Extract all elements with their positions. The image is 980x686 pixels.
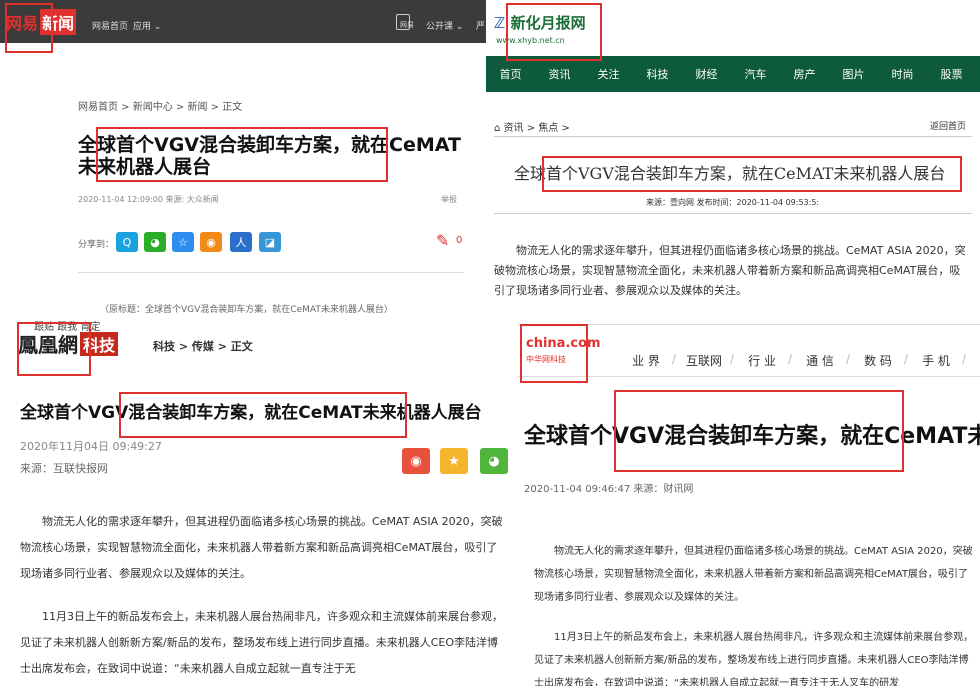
- china-com-logo[interactable]: china.com: [526, 336, 601, 351]
- article-body: 物流无人化的需求逐年攀升，但其进程仍面临诸多核心场景的挑战。CeMAT ASIA…: [494, 244, 966, 297]
- nav-item[interactable]: 关注: [584, 66, 633, 82]
- divider: [518, 376, 980, 377]
- xhyb-url: www.xhyb.net.cn: [496, 36, 565, 45]
- netease-news-logo[interactable]: 网易 新闻: [6, 6, 77, 38]
- copy-share-icon[interactable]: ◪: [259, 232, 281, 252]
- share-label: 分享到：: [78, 240, 115, 250]
- divider: [494, 136, 972, 137]
- china-com-sublogo: 中华网科技: [526, 355, 566, 364]
- xhyb-logo[interactable]: ℤ 新化月报网: [494, 12, 586, 33]
- article-title: 全球首个VGV混合装卸车方案，就在CeMAT未来机器人展台: [514, 164, 946, 183]
- report-link[interactable]: 举报: [441, 194, 457, 205]
- nav-item[interactable]: 首页: [486, 66, 535, 82]
- nav-item[interactable]: 房产: [780, 66, 829, 82]
- article-meta: 来源：壹向网 发布时间：2020-11-04 09:53:5:: [646, 198, 820, 207]
- original-title-note: （原标题：全球首个VGV混合装卸车方案，就在CeMAT未来机器人展台）: [100, 305, 393, 315]
- nav-item[interactable]: 互联网: [678, 352, 730, 369]
- nav-item[interactable]: 时尚: [878, 66, 927, 82]
- weibo-share-icon[interactable]: ◉: [402, 448, 430, 474]
- divider: [518, 324, 980, 325]
- article-paragraph: 11月3日上午的新品发布会上，未来机器人展台热闹非凡，许多观众和主流媒体前来展台…: [20, 610, 503, 675]
- qq-share-icon[interactable]: Q: [116, 232, 138, 252]
- back-home-link[interactable]: 返回首页: [930, 119, 966, 132]
- xhyb-navbar: 首页 资讯 关注 科技 财经 汽车 房产 图片 时尚 股票: [486, 56, 980, 92]
- xhyb-logo-mark-icon: ℤ: [494, 14, 506, 32]
- nav-apps[interactable]: 应用 ⌄: [133, 19, 161, 32]
- nav-more[interactable]: 严: [476, 19, 485, 32]
- nav-item[interactable]: 汽车: [731, 66, 780, 82]
- article-meta: 2020-11-04 12:09:00 来源: 大众新闻: [78, 195, 219, 204]
- xhyb-panel: ℤ 新化月报网 www.xhyb.net.cn 首页 资讯 关注 科技 财经 汽…: [486, 0, 980, 318]
- qzone-share-icon[interactable]: ☆: [172, 232, 194, 252]
- chevron-down-icon: ⌄: [153, 22, 162, 32]
- nav-netease-home[interactable]: 网易首页: [92, 19, 128, 32]
- wechat-share-icon[interactable]: ◕: [480, 448, 508, 474]
- breadcrumb[interactable]: ⌂ 资讯 > 焦点 >: [494, 119, 570, 134]
- nav-item[interactable]: 业 界: [620, 352, 672, 369]
- article-paragraph: 11月3日上午的新品发布会上，未来机器人展台热闹非凡，许多观众和主流媒体前来展台…: [534, 632, 974, 686]
- article-source: 来源：互联快报网: [20, 462, 108, 475]
- article-date: 2020年11月04日 09:49:27: [20, 440, 162, 453]
- article-paragraph: 物流无人化的需求逐年攀升，但其进程仍面临诸多核心场景的挑战。CeMAT ASIA…: [20, 515, 503, 580]
- nav-phone-label: 网易: [400, 21, 414, 29]
- breadcrumb[interactable]: 网易首页 > 新闻中心 > 新闻 > 正文: [78, 98, 242, 113]
- nav-item[interactable]: 图片: [829, 66, 878, 82]
- nav-item[interactable]: 手 机: [910, 352, 962, 369]
- weibo-share-icon[interactable]: ◉: [200, 232, 222, 252]
- netease-news-panel: 网易 新闻 网易首页 应用 ⌄ 网易 公开课 ⌄ 严 网易首页 > 新闻中心 >…: [0, 0, 486, 318]
- article-title: 全球首个VGV混合装卸车方案，就在CeMAT未: [524, 424, 980, 449]
- nav-item[interactable]: 科技: [633, 66, 682, 82]
- nav-item[interactable]: 行 业: [736, 352, 788, 369]
- home-icon: ⌂: [494, 123, 501, 134]
- comment-count: 0: [456, 235, 463, 246]
- article-title: 全球首个VGV混合装卸车方案，就在CeMAT未来机器人展台: [20, 403, 482, 423]
- ifeng-panel: 跟贴 跟我 肯定 鳳凰網 科技 科技 > 传媒 > 正文 全球首个VGV混合装卸…: [0, 318, 518, 686]
- divider: [494, 213, 972, 214]
- article-paragraph: 物流无人化的需求逐年攀升，但其进程仍面临诸多核心场景的挑战。CeMAT ASIA…: [534, 546, 973, 603]
- favorite-star-icon[interactable]: ★: [440, 448, 468, 474]
- nav-item[interactable]: 数 码: [852, 352, 904, 369]
- renren-share-icon[interactable]: 人: [230, 232, 252, 252]
- nav-open-course[interactable]: 公开课 ⌄: [426, 19, 463, 32]
- china-com-nav: 业 界/ 互联网/ 行 业/ 通 信/ 数 码/ 手 机/ 平: [620, 352, 980, 369]
- divider: [78, 272, 464, 273]
- article-meta: 2020-11-04 09:46:47 来源：财讯网: [524, 484, 694, 495]
- wechat-share-icon[interactable]: ◕: [144, 232, 166, 252]
- chevron-down-icon: ⌄: [455, 22, 464, 32]
- nav-item[interactable]: 股票: [927, 66, 976, 82]
- article-title: 全球首个VGV混合装卸车方案，就在CeMAT未来机器人展台: [78, 134, 461, 178]
- ifeng-tech-logo[interactable]: 鳳凰網 科技: [18, 329, 119, 358]
- comment-icon[interactable]: ✎: [436, 231, 449, 250]
- nav-item[interactable]: 通 信: [794, 352, 846, 369]
- nav-item[interactable]: 财经: [682, 66, 731, 82]
- breadcrumb[interactable]: 科技 > 传媒 > 正文: [153, 338, 253, 354]
- nav-item[interactable]: 资讯: [535, 66, 584, 82]
- china-com-panel: china.com 中华网科技 业 界 / 互联网 / 行 业 / 通 信 / 数 码 /…: [518, 318, 980, 686]
- nav-item[interactable]: 平: [968, 352, 980, 369]
